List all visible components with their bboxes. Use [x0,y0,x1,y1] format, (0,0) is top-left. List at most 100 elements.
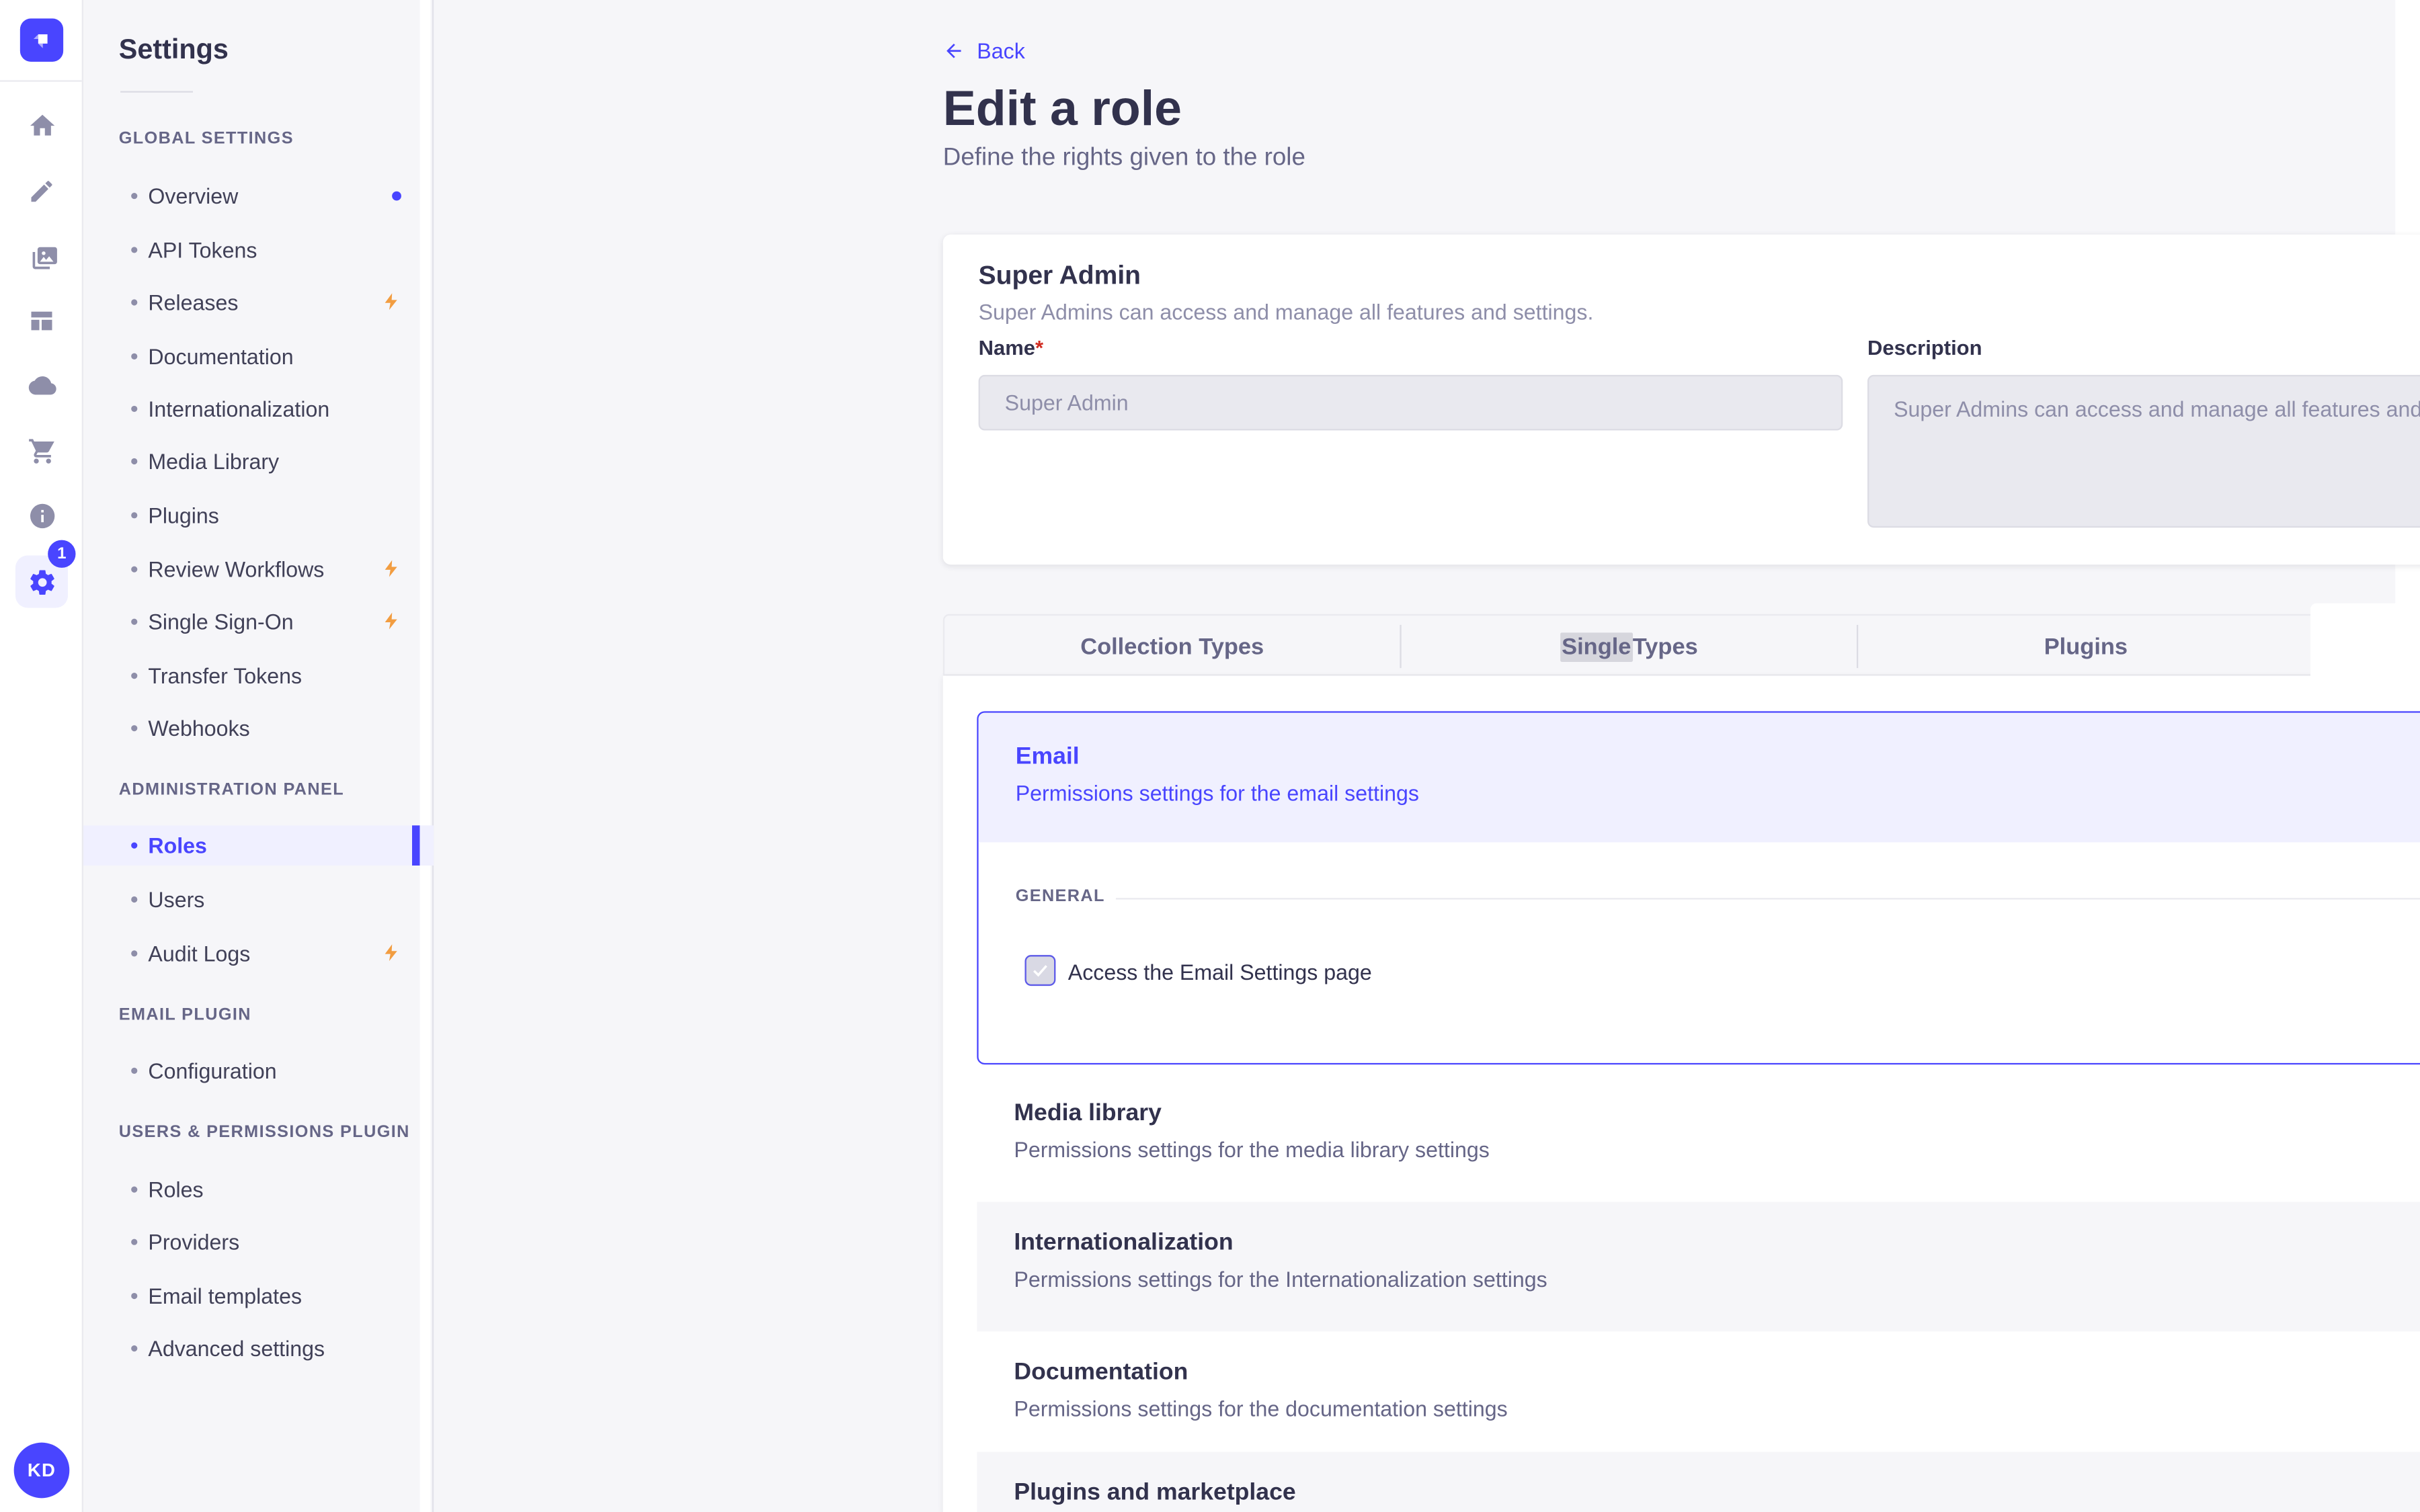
section-email-plugin: EMAIL PLUGIN [118,1005,251,1025]
role-description-text: Super Admins can access and manage all f… [978,299,1594,325]
page-subtitle: Define the rights given to the role [942,144,1305,171]
settings-sidebar: Settings GLOBAL SETTINGS Overview API To… [83,0,434,1512]
lightning-icon [385,560,397,577]
strapi-logo-icon [33,34,48,48]
general-divider [1115,898,2420,900]
back-link[interactable]: Back [943,38,1025,63]
cloud-icon[interactable] [23,367,60,404]
strapi-admin: 1 KD Settings GLOBAL SETTINGS Overview A… [0,0,2420,1512]
sidebar-item-roles-admin[interactable]: Roles [83,825,434,866]
tab-single-types[interactable]: Single Types [1402,616,1857,677]
tab-plugins[interactable]: Plugins [1858,616,2313,677]
bullet-icon [131,512,138,519]
tab-collection-types[interactable]: Collection Types [944,616,1400,677]
check-icon [1033,965,1047,977]
accordion-email-subtitle: Permissions settings for the email setti… [1015,780,1419,806]
sidebar-item-plugins[interactable]: Plugins [83,495,434,536]
description-field[interactable]: Super Admins can access and manage all f… [1867,374,2420,528]
accordion-media-library[interactable]: Media library Permissions settings for t… [977,1072,2420,1202]
media-library-icon[interactable] [23,238,60,275]
bullet-icon [131,673,138,679]
bullet-icon [131,1292,138,1300]
sidebar-item-transfer-tokens[interactable]: Transfer Tokens [83,656,434,696]
accordion-subtitle: Permissions settings for the media libra… [1014,1137,1490,1162]
accordion-internationalization[interactable]: Internationalization Permissions setting… [977,1202,2420,1332]
sidebar-item-overview[interactable]: Overview [83,176,434,216]
sidebar-item-advanced-settings[interactable]: Advanced settings [83,1329,434,1369]
bullet-icon [131,299,138,306]
tab-settings[interactable]: Settings [2310,603,2420,677]
bullet-icon [131,950,138,957]
sidebar-title-divider [120,91,193,93]
sidebar-item-audit-logs[interactable]: Audit Logs [83,933,434,974]
bullet-icon [131,842,138,849]
bullet-icon [131,618,138,625]
sidebar-item-single-sign-on[interactable]: Single Sign-On [83,601,434,642]
page-title: Edit a role [942,80,1182,136]
content-type-builder-icon[interactable] [23,302,60,339]
bullet-icon [131,405,138,413]
accordion-title: Media library [1014,1099,1162,1127]
back-arrow-icon [946,44,961,58]
sidebar-item-providers[interactable]: Providers [83,1222,434,1262]
sidebar-item-internationalization[interactable]: Internationalization [83,389,434,429]
main-content: Back Edit a role Define the rights given… [434,0,2420,1512]
sidebar-item-media-library[interactable]: Media Library [83,442,434,482]
notification-dot-icon [392,191,401,201]
lightning-icon [385,612,397,630]
sidebar-item-email-templates[interactable]: Email templates [83,1276,434,1316]
accordion-email-title: Email [1015,743,1080,770]
name-label: Name* [978,336,1044,360]
description-label: Description [1867,336,1982,360]
access-email-settings-checkbox[interactable] [1024,955,1056,986]
role-name-heading: Super Admin [978,261,1141,290]
user-avatar[interactable]: KD [13,1442,70,1499]
sidebar-item-api-tokens[interactable]: API Tokens [83,230,434,270]
bullet-icon [131,192,138,200]
general-section-label: GENERAL [1015,887,1105,906]
sidebar-item-roles-up[interactable]: Roles [83,1169,434,1210]
selected-text: Single [1560,632,1633,661]
strapi-logo[interactable] [19,18,64,62]
bullet-icon [131,725,138,732]
home-icon[interactable] [23,106,60,143]
lightning-icon [385,944,397,962]
bullet-icon [131,1238,138,1245]
accordion-title: Documentation [1014,1359,1188,1386]
bullet-icon [131,1067,138,1074]
bullet-icon [131,1186,138,1193]
accordion-email-header[interactable] [978,712,2420,843]
accordion-documentation[interactable]: Documentation Permissions settings for t… [977,1331,2420,1462]
accordion-email: Email Permissions settings for the email… [977,711,2420,1065]
bullet-icon [131,566,138,573]
accordion-subtitle: Permissions settings for the Internation… [1014,1266,1547,1292]
role-card: Super Admin Super Admins can access and … [942,234,2420,565]
required-asterisk: * [1035,336,1044,360]
name-field[interactable]: Super Admin [978,374,1843,431]
bullet-icon [131,353,138,360]
sidebar-item-webhooks[interactable]: Webhooks [83,708,434,749]
bullet-icon [131,1345,138,1352]
marketplace-icon[interactable] [23,432,60,469]
accordion-subtitle: Permissions settings for the documentati… [1014,1396,1508,1421]
info-icon[interactable] [23,497,60,534]
sidebar-item-documentation[interactable]: Documentation [83,337,434,377]
sidebar-item-configuration[interactable]: Configuration [83,1051,434,1091]
content-manager-icon[interactable] [23,173,60,210]
sidebar-item-users[interactable]: Users [83,880,434,920]
accordion-title: Internationalization [1014,1229,1234,1256]
icon-rail: 1 KD [0,0,83,1512]
section-administration-panel: ADMINISTRATION PANEL [118,780,345,800]
sidebar-item-review-workflows[interactable]: Review Workflows [83,549,434,589]
sidebar-item-releases[interactable]: Releases [83,282,434,323]
accordion-title: Plugins and marketplace [1014,1479,1296,1506]
permissions-tabbar: Collection Types Single Types Plugins [942,614,2420,677]
access-email-settings-label: Access the Email Settings page [1067,960,1372,984]
section-users-permissions-plugin: USERS & PERMISSIONS PLUGIN [118,1123,410,1142]
sidebar-title: Settings [118,34,229,65]
accordion-plugins-marketplace[interactable]: Plugins and marketplace [977,1452,2420,1512]
rail-divider [0,80,82,82]
bullet-icon [131,247,138,253]
lightning-icon [385,293,397,310]
bullet-icon [131,896,138,903]
